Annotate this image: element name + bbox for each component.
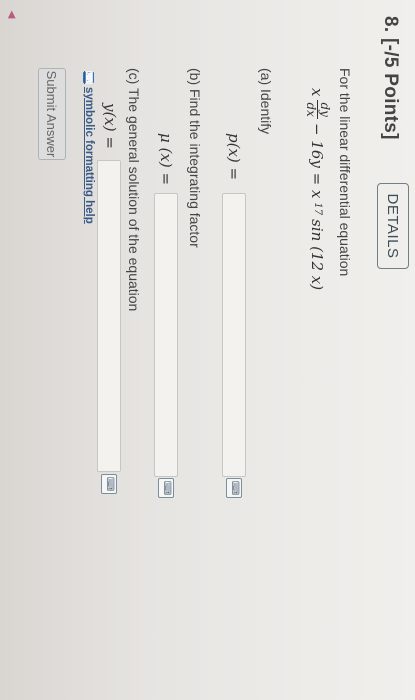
equation-coefficient: x bbox=[308, 88, 327, 97]
part-a-label: (a) Identify bbox=[258, 68, 274, 135]
keyboard-help-icon: ⌨ bbox=[83, 71, 95, 84]
help-label: symbolic formatting help bbox=[83, 87, 95, 224]
y-of-x-label: y(x) = bbox=[101, 103, 119, 149]
y-of-x-keyboard-button[interactable]: ⌨ bbox=[101, 474, 117, 494]
corner-marker: ◄ bbox=[5, 8, 20, 21]
equation-middle: − 16y = x bbox=[308, 122, 327, 199]
p-of-x-keyboard-button[interactable]: ⌨ bbox=[226, 478, 242, 498]
part-b-label: (b) Find the integrating factor bbox=[187, 68, 203, 248]
question-card: 8. [-/5 Points] DETAILS For the linear d… bbox=[0, 0, 415, 700]
equation-exponent: 17 bbox=[312, 202, 323, 216]
submit-answer-button[interactable]: Submit Answer bbox=[38, 68, 66, 160]
mu-of-x-input[interactable] bbox=[154, 193, 178, 477]
mu-of-x-label: μ (x) = bbox=[157, 133, 175, 186]
equation-rhs: sin (12 x) bbox=[308, 219, 327, 291]
question-number: 8. [-/5 Points] bbox=[380, 16, 401, 140]
symbolic-formatting-help-link[interactable]: ⌨ symbolic formatting help bbox=[83, 71, 95, 224]
derivative-numerator: dy bbox=[317, 100, 332, 119]
derivative-denominator: dx bbox=[304, 102, 318, 117]
mu-of-x-keyboard-button[interactable]: ⌨ bbox=[158, 478, 174, 498]
part-c-label: (c) The general solution of the equation bbox=[126, 68, 142, 312]
y-of-x-input[interactable] bbox=[97, 160, 121, 472]
keyboard-icon: ⌨ bbox=[161, 480, 172, 496]
prompt-intro: For the linear differential equation bbox=[337, 68, 353, 277]
keyboard-icon: ⌨ bbox=[104, 476, 115, 492]
p-of-x-label: p(x) = bbox=[225, 133, 243, 181]
p-of-x-input[interactable] bbox=[222, 193, 246, 477]
keyboard-icon: ⌨ bbox=[229, 480, 240, 496]
differential-equation: x dy dx − 16y = x 17 sin (12 x) bbox=[304, 88, 332, 291]
derivative-fraction: dy dx bbox=[304, 100, 332, 119]
details-button[interactable]: DETAILS bbox=[377, 183, 409, 269]
